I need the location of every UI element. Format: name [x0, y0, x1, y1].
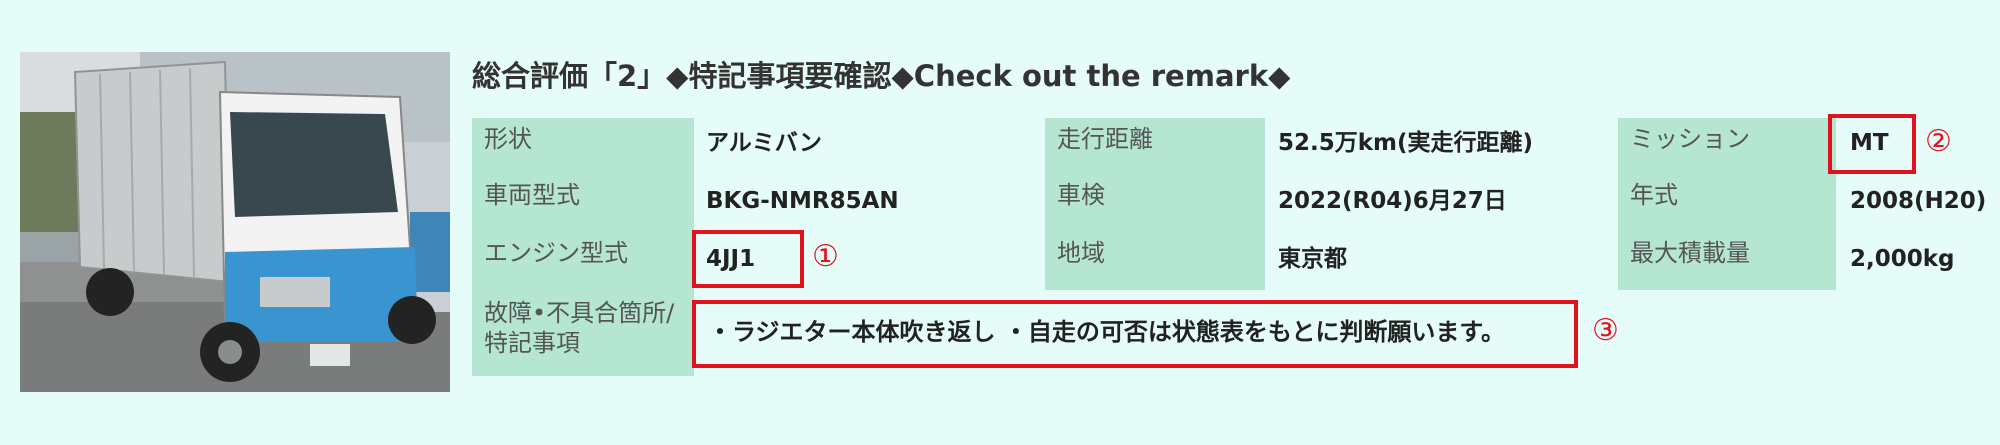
model-value: BKG-NMR85AN — [706, 188, 899, 214]
mileage-label: 走行距離 — [1045, 118, 1265, 174]
inspection-label: 車検 — [1045, 174, 1265, 232]
region-label: 地域 — [1045, 232, 1265, 290]
model-label: 車両型式 — [472, 174, 694, 232]
payload-label: 最大積載量 — [1618, 232, 1836, 290]
shape-value: アルミバン — [706, 130, 822, 156]
mission-label: ミッション — [1618, 118, 1836, 174]
truck-photo — [20, 52, 450, 392]
defects-label-line1: 故障•不具合箇所/ — [484, 299, 675, 327]
defects-label: 故障•不具合箇所/ 特記事項 — [472, 290, 694, 376]
engine-highlight-box — [692, 230, 804, 288]
marker-1: ① — [812, 239, 839, 274]
year-label: 年式 — [1618, 174, 1836, 232]
defects-value: ・ラジエター本体吹き返し ・自走の可否は状態表をもとに判断願います。 — [708, 318, 1505, 346]
defects-label-line2: 特記事項 — [484, 329, 580, 357]
engine-label: エンジン型式 — [472, 232, 694, 290]
marker-3: ③ — [1592, 313, 1619, 348]
mileage-value: 52.5万km(実走行距離) — [1278, 130, 1534, 156]
inspection-value: 2022(R04)6月27日 — [1278, 188, 1507, 214]
region-value: 東京都 — [1278, 246, 1347, 272]
year-value: 2008(H20) — [1850, 188, 1987, 214]
marker-2: ② — [1925, 124, 1952, 159]
shape-label: 形状 — [472, 118, 694, 174]
page-title: 総合評価「2」◆特記事項要確認◆Check out the remark◆ — [472, 59, 1291, 93]
mission-highlight-box — [1828, 114, 1916, 174]
payload-value: 2,000kg — [1850, 246, 1955, 272]
